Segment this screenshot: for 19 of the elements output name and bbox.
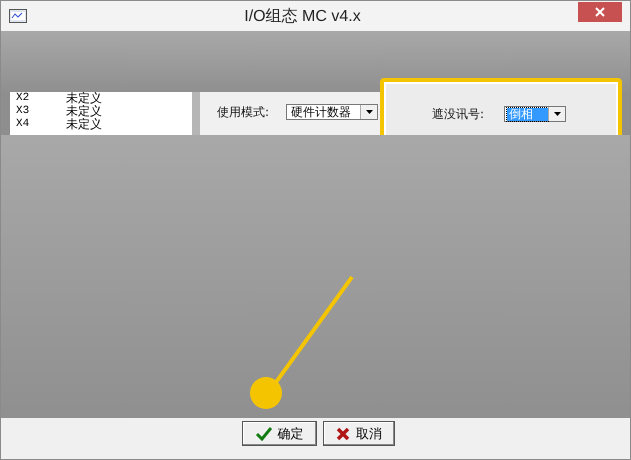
input-name: X2 [16,92,30,105]
field-label: 遮没讯号: [432,106,484,122]
input-name: X3 [16,105,30,118]
checkmark-icon [256,426,272,440]
input-status: 未定义 [66,92,102,105]
cancel-button[interactable]: 取消 [323,421,395,446]
input-status: 未定义 [66,105,102,118]
dropdown-field[interactable]: 硬件计数器 [286,104,378,120]
dropdown-arrow-icon [366,110,373,114]
input-name: X4 [16,118,30,131]
input-status: 未定义 [66,118,102,131]
field-label: 使用模式: [217,104,270,121]
close-button[interactable] [578,2,622,22]
ok-button[interactable]: 确定 [242,421,317,446]
x-icon [336,426,350,440]
app-icon [9,9,27,23]
dropdown-arrow-icon [554,112,561,116]
close-icon [595,7,605,17]
window-title: I/O组态 MC v4.x [243,6,362,26]
